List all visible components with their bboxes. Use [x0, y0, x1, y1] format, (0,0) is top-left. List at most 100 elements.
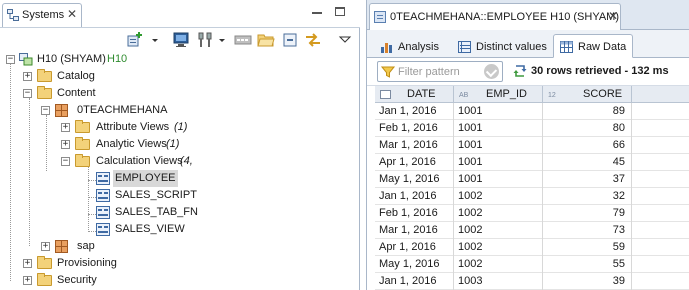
table-row[interactable]: Jan 1, 2016 1002 32: [375, 188, 689, 205]
folder-icon: [37, 273, 52, 286]
employee-editor-tab[interactable]: 0TEACHMEHANA::EMPLOYEE H10 (SHYAM) ✕: [369, 3, 621, 30]
cell-emp-id: 1002: [454, 256, 543, 273]
collapse-icon[interactable]: −: [61, 157, 70, 166]
systems-tabbar: Systems ✕: [0, 0, 360, 28]
tab-raw-data[interactable]: Raw Data: [553, 34, 633, 58]
tree-item-sales-tab-fn[interactable]: SALES_TAB_FN: [95, 204, 295, 221]
table-row[interactable]: Jan 1, 2016 1003 39: [375, 273, 689, 290]
maximize-icon[interactable]: [335, 7, 345, 16]
collapse-all-icon[interactable]: [281, 31, 299, 49]
cell-date: Apr 1, 2016: [375, 154, 454, 171]
tree-item-label: SALES_VIEW: [115, 223, 185, 235]
link-with-editor-icon[interactable]: [304, 31, 322, 49]
calc-view-icon: [96, 189, 110, 202]
clear-filter-icon[interactable]: [484, 64, 499, 79]
folder-icon: [75, 137, 90, 150]
calc-view-icon: [96, 172, 110, 185]
tree-item-content[interactable]: − Content: [20, 85, 220, 102]
systems-tab-label: Systems: [22, 9, 65, 21]
column-header-emp-id[interactable]: AB EMP_ID: [454, 86, 543, 103]
sql-console-icon[interactable]: [172, 31, 190, 49]
expand-icon[interactable]: +: [61, 140, 70, 149]
open-folder-icon[interactable]: [257, 31, 275, 49]
tree-item-analytic-views[interactable]: + Analytic Views (1): [58, 136, 258, 153]
tools-icon[interactable]: [196, 31, 214, 49]
tree-item-package-sap[interactable]: + sap: [38, 238, 238, 255]
table-row[interactable]: Mar 1, 2016 1001 66: [375, 137, 689, 154]
table-row[interactable]: Jan 1, 2016 1001 89: [375, 103, 689, 120]
tree-item-label: sap: [77, 240, 95, 252]
minimize-icon[interactable]: [312, 12, 322, 14]
date-type-icon: [380, 90, 391, 99]
tree-item-label: SALES_SCRIPT: [115, 189, 197, 201]
cell-emp-id: 1002: [454, 239, 543, 256]
tree-line: [10, 64, 11, 281]
cell-score: 39: [543, 273, 632, 290]
tree-item-package-0teachmehana[interactable]: − 0TEACHMEHANA: [38, 102, 238, 119]
table-row[interactable]: Feb 1, 2016 1002 79: [375, 205, 689, 222]
raw-data-table: DATE AB EMP_ID 12 SCORE Jan 1, 2016 1001…: [375, 86, 689, 290]
tree-item-system-id: H10: [107, 53, 128, 65]
systems-tab[interactable]: Systems ✕: [2, 3, 82, 27]
tree-item-label: Calculation Views: [96, 155, 183, 167]
expand-icon[interactable]: +: [23, 276, 32, 285]
cell-emp-id: 1003: [454, 273, 543, 290]
expand-icon[interactable]: +: [23, 259, 32, 268]
tab-distinct-values[interactable]: Distinct values: [451, 34, 553, 58]
table-row[interactable]: Apr 1, 2016 1001 45: [375, 154, 689, 171]
cell-score: 66: [543, 137, 632, 154]
tree-item-sales-view[interactable]: SALES_VIEW: [95, 221, 295, 238]
expand-icon[interactable]: +: [61, 123, 70, 132]
package-icon: [55, 104, 68, 117]
tree-item-sales-script[interactable]: SALES_SCRIPT: [95, 187, 295, 204]
tree-item-label: Security: [57, 274, 97, 286]
cell-emp-id: 1002: [454, 222, 543, 239]
folder-icon: [75, 154, 90, 167]
table-row[interactable]: Apr 1, 2016 1002 59: [375, 239, 689, 256]
tree-item-employee[interactable]: EMPLOYEE: [95, 170, 295, 187]
table-header: DATE AB EMP_ID 12 SCORE: [375, 86, 689, 103]
tree-item-count: (4,: [180, 155, 193, 167]
table-row[interactable]: May 1, 2016 1002 55: [375, 256, 689, 273]
refresh-icon[interactable]: [513, 64, 527, 78]
column-header-score[interactable]: 12 SCORE: [543, 86, 632, 103]
editor-tabbar: 0TEACHMEHANA::EMPLOYEE H10 (SHYAM) ✕: [367, 0, 689, 30]
collapse-icon[interactable]: −: [23, 89, 32, 98]
filter-field[interactable]: [377, 61, 503, 82]
chevron-down-icon[interactable]: [213, 31, 225, 49]
tree-item-provisioning[interactable]: + Provisioning: [20, 255, 220, 272]
table-row[interactable]: Mar 1, 2016 1002 73: [375, 222, 689, 239]
expand-icon[interactable]: +: [23, 72, 32, 81]
tree-item-system[interactable]: − H10 (SHYAM) H10: [4, 51, 344, 68]
view-menu-icon[interactable]: [336, 31, 352, 49]
tree-item-security[interactable]: + Security: [20, 272, 220, 289]
tab-analysis[interactable]: Analysis: [373, 34, 443, 58]
cell-score: 32: [543, 188, 632, 205]
data-preview-icon: [374, 11, 386, 23]
column-header-date[interactable]: DATE: [375, 86, 454, 103]
cell-score: 89: [543, 103, 632, 120]
collapse-icon[interactable]: −: [41, 106, 50, 115]
distinct-values-icon: [458, 41, 471, 53]
table-row[interactable]: Feb 1, 2016 1001 80: [375, 120, 689, 137]
cell-score: 45: [543, 154, 632, 171]
tree-item-catalog[interactable]: + Catalog: [20, 68, 220, 85]
add-system-icon[interactable]: [126, 31, 144, 49]
tree-line: [46, 115, 47, 171]
filter-pattern-input[interactable]: [398, 64, 480, 79]
cell-emp-id: 1002: [454, 205, 543, 222]
tree-item-attribute-views[interactable]: + Attribute Views (1): [58, 119, 258, 136]
sql-icon[interactable]: [234, 31, 252, 49]
tree-item-label: H10 (SHYAM): [37, 53, 106, 65]
chevron-down-icon[interactable]: [146, 31, 158, 49]
expand-icon[interactable]: +: [41, 242, 50, 251]
tree-item-label: Catalog: [57, 70, 95, 82]
close-icon[interactable]: ✕: [67, 7, 77, 21]
close-icon[interactable]: ✕: [608, 9, 618, 23]
cell-date: Feb 1, 2016: [375, 205, 454, 222]
cell-date: Mar 1, 2016: [375, 222, 454, 239]
tree-item-calculation-views[interactable]: − Calculation Views (4,: [58, 153, 258, 170]
collapse-icon[interactable]: −: [6, 55, 15, 64]
table-row[interactable]: May 1, 2016 1001 37: [375, 171, 689, 188]
cell-emp-id: 1001: [454, 103, 543, 120]
